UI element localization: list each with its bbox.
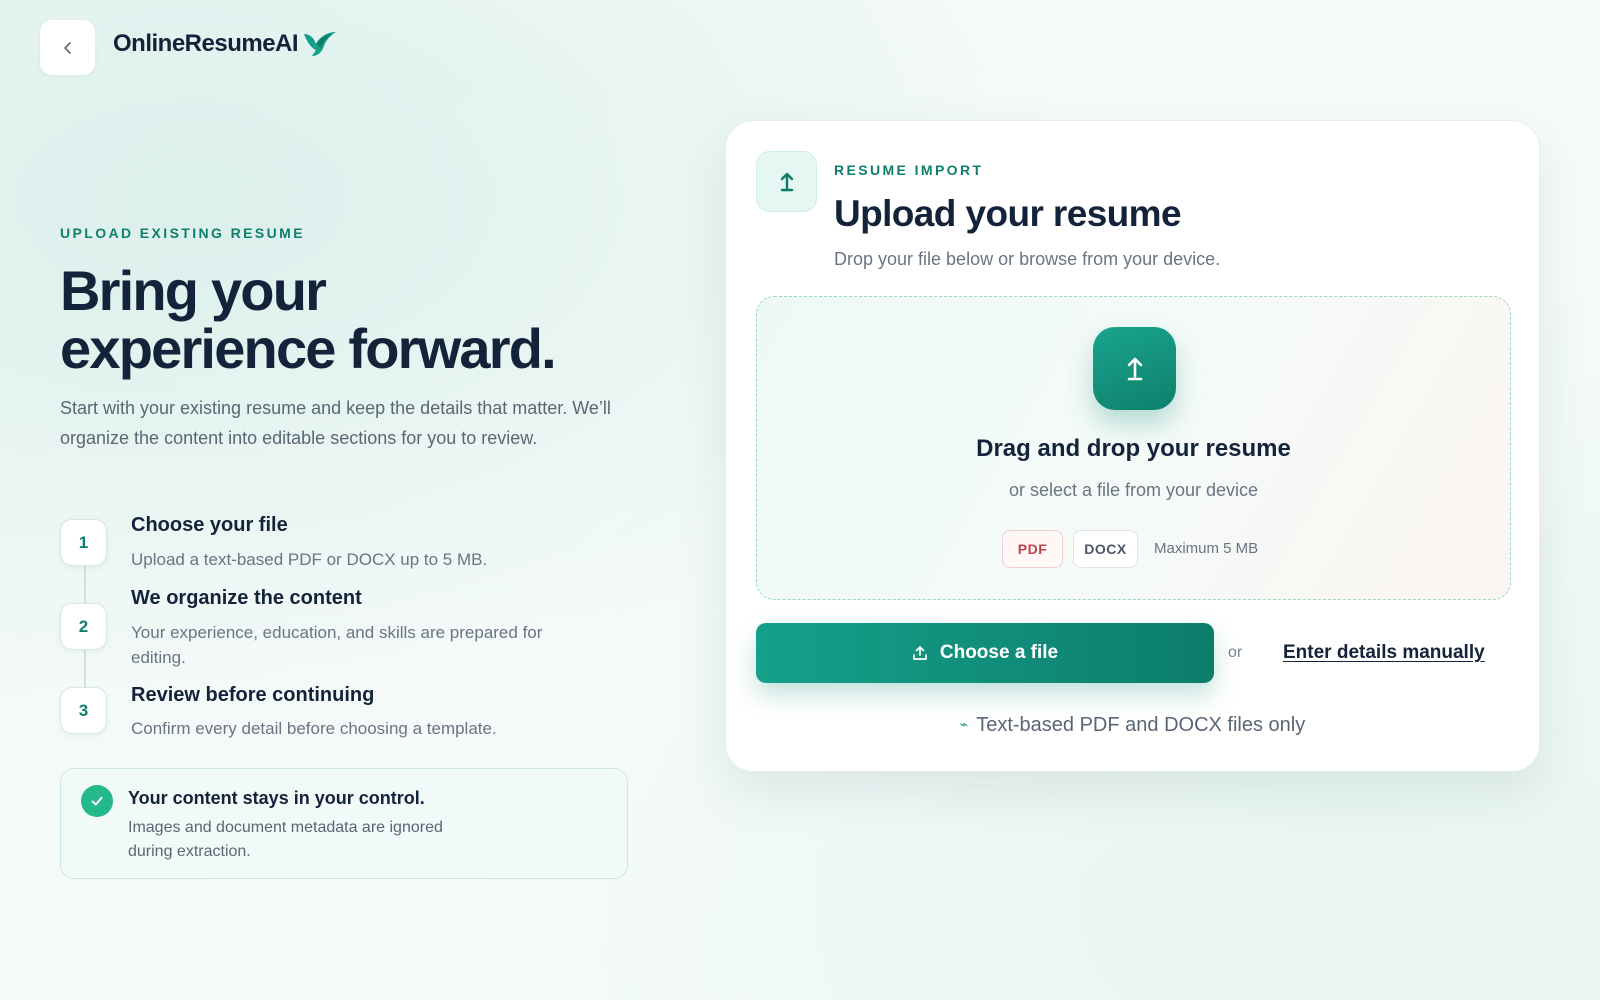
privacy-description: Images and document metadata are ignored… [128, 819, 443, 860]
hero-title: Bring your experience forward. [60, 262, 660, 378]
hero-title-line2: experience forward. [60, 317, 557, 380]
step-title-3: Review before continuing [131, 684, 375, 706]
step-title-2: We organize the content [131, 587, 362, 609]
upload-icon [913, 646, 927, 660]
upload-arrow-icon [1093, 327, 1176, 410]
file-type-note-text: Text-based PDF and DOCX files only [976, 714, 1306, 736]
step-number-3: 3 [60, 687, 107, 734]
step-number-1: 1 [60, 519, 107, 566]
hero-description: Start with your existing resume and keep… [60, 398, 611, 448]
step-title-1: Choose your file [131, 514, 288, 536]
step-number-2: 2 [60, 603, 107, 650]
step-description-1: Upload a text-based PDF or DOCX up to 5 … [131, 550, 488, 569]
step-description-2: Your experience, education, and skills a… [131, 623, 543, 667]
check-icon [81, 785, 113, 817]
max-size-label: Maximum 5 MB [1154, 540, 1259, 557]
file-dropzone[interactable]: Drag and drop your resume or select a fi… [756, 296, 1511, 600]
logo[interactable]: OnlineResumeAI [113, 30, 338, 58]
privacy-notice: Your content stays in your control. Imag… [60, 768, 628, 879]
step-description-3: Confirm every detail before choosing a t… [131, 719, 497, 738]
file-type-note: ⌁ Text-based PDF and DOCX files only [726, 714, 1539, 737]
back-button[interactable] [40, 20, 95, 75]
card-eyebrow: RESUME IMPORT [834, 162, 984, 178]
hero-title-line1: Bring your [60, 259, 327, 322]
card-title: Upload your resume [834, 193, 1182, 234]
format-badge-docx: DOCX [1073, 530, 1138, 568]
privacy-title: Your content stays in your control. [128, 788, 425, 808]
chevron-left-icon [63, 41, 71, 54]
enter-manually-link[interactable]: Enter details manually [1283, 642, 1485, 664]
upload-card: RESUME IMPORT Upload your resume Drop yo… [725, 120, 1540, 772]
choose-file-button[interactable]: Choose a file [756, 623, 1214, 683]
upload-arrow-icon [756, 151, 817, 212]
bird-icon [304, 32, 337, 56]
logo-text: OnlineResumeAI [113, 30, 299, 57]
format-badge-pdf: PDF [1002, 530, 1063, 568]
intro-eyebrow: UPLOAD EXISTING RESUME [60, 225, 305, 241]
card-subtitle: Drop your file below or browse from your… [834, 249, 1221, 269]
choose-file-label: Choose a file [939, 642, 1059, 663]
dropzone-subtitle: or select a file from your device [1008, 480, 1259, 500]
spark-icon: ⌁ [959, 716, 969, 732]
dropzone-title: Drag and drop your resume [976, 435, 1291, 462]
or-separator: or [1228, 644, 1243, 661]
